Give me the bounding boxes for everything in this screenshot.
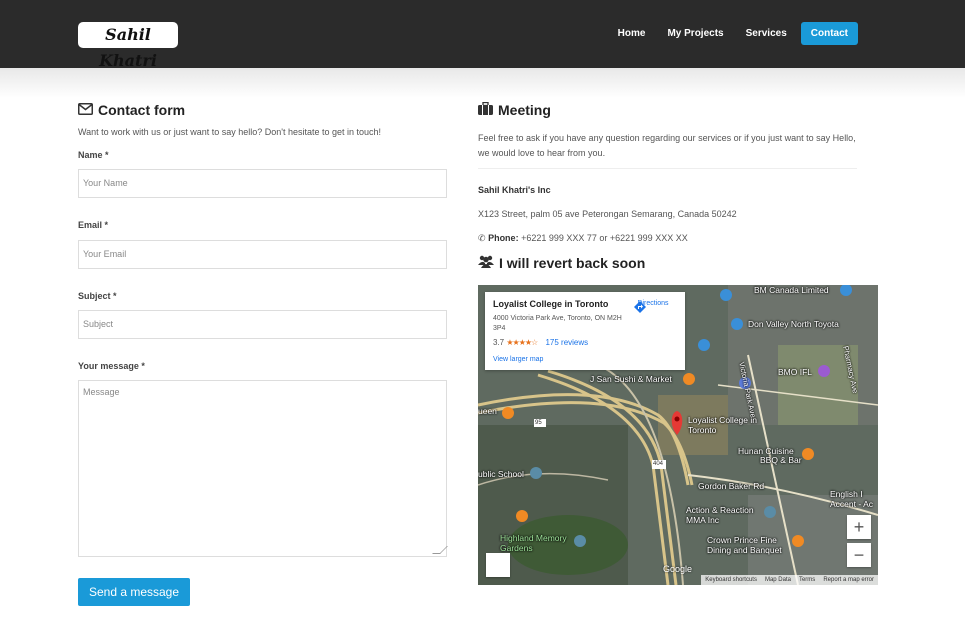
message-textarea[interactable]: Message bbox=[78, 380, 448, 557]
zoom-in-button[interactable]: + bbox=[847, 515, 871, 539]
map-label-loyalist: Loyalist College in Toronto bbox=[688, 415, 757, 435]
main-nav: Home My Projects Services Contact bbox=[610, 22, 858, 45]
map-data-link[interactable]: Map Data bbox=[765, 575, 791, 585]
revert-heading: I will revert back soon bbox=[478, 254, 645, 272]
report-error-link[interactable]: Report a map error bbox=[823, 575, 874, 585]
google-map[interactable]: BM Canada Limited Don Valley North Toyot… bbox=[478, 285, 878, 585]
phone-icon: ✆ bbox=[478, 233, 486, 243]
top-navbar: Sahil Khatri Home My Projects Services C… bbox=[0, 0, 965, 70]
map-label-english: English I Accent - Ac bbox=[830, 489, 873, 509]
map-label-j-san: J San Sushi & Market bbox=[590, 374, 672, 384]
envelope-icon bbox=[78, 102, 93, 118]
company-name: Sahil Khatri's Inc bbox=[478, 185, 551, 195]
name-label: Name * bbox=[78, 150, 109, 160]
phone-value: +6221 999 XXX 77 or +6221 999 XXX XX bbox=[521, 233, 688, 243]
subject-label: Subject * bbox=[78, 291, 117, 301]
nav-services[interactable]: Services bbox=[738, 22, 795, 45]
street-view-pegman-icon[interactable] bbox=[486, 553, 510, 577]
name-input[interactable]: Your Name bbox=[78, 169, 447, 198]
place-address: 4000 Victoria Park Ave, Toronto, ON M2H … bbox=[493, 315, 622, 332]
company-phone: ✆ Phone: +6221 999 XXX 77 or +6221 999 X… bbox=[478, 233, 688, 244]
header-shadow bbox=[0, 68, 965, 98]
site-logo[interactable]: Sahil Khatri bbox=[78, 22, 178, 70]
subject-input[interactable]: Subject bbox=[78, 310, 447, 339]
view-larger-map-link[interactable]: View larger map bbox=[493, 356, 543, 363]
map-label-highland: Highland Memory Gardens bbox=[500, 533, 567, 553]
reviews-link[interactable]: 175 reviews bbox=[545, 338, 588, 347]
directions-icon bbox=[634, 301, 646, 313]
email-input[interactable]: Your Email bbox=[78, 240, 447, 269]
zoom-out-button[interactable]: − bbox=[847, 543, 871, 567]
meeting-divider bbox=[478, 168, 857, 169]
map-label-bmo: BMO IFL bbox=[778, 367, 813, 377]
meeting-subtitle: Feel free to ask if you have any questio… bbox=[478, 133, 856, 158]
meeting-heading: Meeting bbox=[478, 101, 878, 119]
map-label-don-valley: Don Valley North Toyota bbox=[748, 319, 839, 329]
send-message-button[interactable]: Send a message bbox=[78, 578, 190, 606]
map-label-bbq: BBQ & Bar bbox=[760, 455, 802, 465]
directions-button[interactable]: Directions bbox=[633, 300, 673, 313]
google-logo: Google bbox=[663, 564, 693, 574]
place-name: Loyalist College in Toronto bbox=[493, 299, 609, 309]
email-label: Email * bbox=[78, 220, 109, 230]
map-label-hwy404: 404 bbox=[653, 461, 664, 467]
meeting-section: Meeting Feel free to ask if you have any… bbox=[478, 101, 878, 585]
message-placeholder: Message bbox=[83, 387, 120, 397]
rating-value: 3.7 bbox=[493, 338, 505, 347]
message-label: Your message * bbox=[78, 361, 145, 371]
map-label-public-school: ublic School bbox=[478, 469, 524, 479]
resize-handle-icon[interactable] bbox=[432, 546, 448, 554]
phone-label: Phone: bbox=[488, 233, 519, 243]
terms-link[interactable]: Terms bbox=[799, 575, 815, 585]
map-label-action-reaction: Action & Reaction MMA Inc bbox=[686, 505, 754, 525]
keyboard-shortcuts-link[interactable]: Keyboard shortcuts bbox=[705, 575, 757, 585]
briefcase-icon bbox=[478, 101, 493, 118]
contact-form-heading: Contact form bbox=[78, 101, 449, 119]
map-footer: Keyboard shortcuts Map Data Terms Report… bbox=[701, 575, 878, 585]
revert-title: I will revert back soon bbox=[499, 255, 646, 271]
nav-home[interactable]: Home bbox=[610, 22, 654, 45]
map-label-hwy95: 95 bbox=[535, 420, 542, 426]
rating-stars-icon: ★★★★☆ bbox=[506, 338, 538, 347]
nav-my-projects[interactable]: My Projects bbox=[659, 22, 731, 45]
map-label-crown-prince: Crown Prince Fine Dining and Banquet bbox=[707, 535, 782, 555]
place-rating: 3.7 ★★★★☆ 175 reviews bbox=[493, 338, 588, 347]
meeting-title: Meeting bbox=[498, 102, 551, 118]
map-label-bm-canada: BM Canada Limited bbox=[754, 285, 829, 295]
map-place-card: Loyalist College in Toronto 4000 Victori… bbox=[485, 292, 685, 370]
map-label-gordon-baker: Gordon Baker Rd bbox=[698, 481, 765, 491]
users-icon bbox=[478, 255, 494, 271]
map-label-queen: ueen bbox=[478, 406, 497, 416]
nav-contact[interactable]: Contact bbox=[800, 22, 858, 45]
company-address: X123 Street, palm 05 ave Peterongan Sema… bbox=[478, 209, 737, 219]
contact-form-subtitle: Want to work with us or just want to say… bbox=[78, 127, 382, 137]
contact-form-section: Contact form Want to work with us or jus… bbox=[78, 101, 449, 606]
contact-form-title: Contact form bbox=[98, 102, 186, 118]
